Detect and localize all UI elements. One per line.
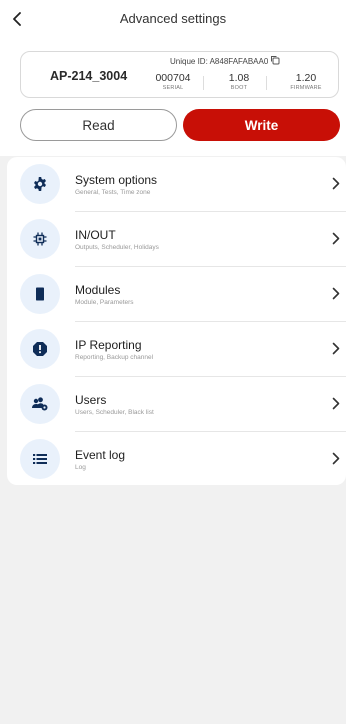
menu-item-in-out[interactable]: IN/OUT Outputs, Scheduler, Holidays <box>7 212 346 267</box>
list-icon <box>33 454 47 464</box>
write-button[interactable]: Write <box>183 109 340 141</box>
menu-icon-circle <box>20 164 60 204</box>
menu-item-subtitle: Reporting, Backup channel <box>75 354 154 361</box>
menu-item-subtitle: Outputs, Scheduler, Holidays <box>75 244 159 251</box>
unique-id: Unique ID: A848FAFABAA0 <box>170 55 280 66</box>
chevron-right-icon <box>332 177 340 190</box>
read-button[interactable]: Read <box>20 109 177 141</box>
chip-icon <box>33 232 47 246</box>
menu-item-title: IN/OUT <box>75 228 116 242</box>
gear-icon <box>34 177 46 191</box>
header: Advanced settings <box>0 0 346 38</box>
unique-id-text: Unique ID: A848FAFABAA0 <box>170 57 269 66</box>
menu-item-subtitle: Log <box>75 464 86 471</box>
menu-item-title: IP Reporting <box>75 338 142 352</box>
boot-value: 1.08 <box>228 72 250 84</box>
firmware-label: FIRMWARE <box>290 85 322 91</box>
menu-item-title: System options <box>75 173 158 187</box>
menu-icon-circle <box>20 329 60 369</box>
divider <box>203 76 204 90</box>
menu-icon-circle <box>20 219 60 259</box>
boot-label: BOOT <box>230 85 248 91</box>
settings-menu: System options General, Tests, Time zone… <box>7 157 346 485</box>
divider <box>266 76 267 90</box>
chevron-right-icon <box>332 342 340 355</box>
alert-icon <box>33 342 47 356</box>
firmware-stat: 1.20 FIRMWARE <box>276 72 336 91</box>
firmware-value: 1.20 <box>295 72 317 84</box>
module-icon <box>36 287 44 301</box>
menu-item-modules[interactable]: Modules Module, Parameters <box>7 267 346 322</box>
page-title: Advanced settings <box>119 11 227 26</box>
menu-item-title: Event log <box>75 448 126 462</box>
users-icon <box>32 397 48 411</box>
menu-item-subtitle: Users, Scheduler, Black list <box>75 409 154 416</box>
chevron-right-icon <box>332 232 340 245</box>
chevron-right-icon <box>332 452 340 465</box>
chevron-right-icon <box>332 397 340 410</box>
serial-stat: 000704 SERIAL <box>141 72 205 91</box>
menu-icon-circle <box>20 384 60 424</box>
menu-item-users[interactable]: Users Users, Scheduler, Black list <box>7 377 346 432</box>
menu-icon-circle <box>20 439 60 479</box>
menu-item-event-log[interactable]: Event log Log <box>7 432 346 487</box>
device-info-card: AP-214_3004 Unique ID: A848FAFABAA0 0007… <box>20 51 339 98</box>
serial-value: 000704 <box>155 72 191 84</box>
device-name: AP-214_3004 <box>50 69 128 83</box>
menu-item-system-options[interactable]: System options General, Tests, Time zone <box>7 157 346 212</box>
chevron-right-icon <box>332 287 340 300</box>
copy-icon[interactable] <box>270 55 280 65</box>
menu-item-ip-reporting[interactable]: IP Reporting Reporting, Backup channel <box>7 322 346 377</box>
boot-stat: 1.08 BOOT <box>214 72 264 91</box>
top-panel: Advanced settings AP-214_3004 Unique ID:… <box>0 0 346 156</box>
menu-icon-circle <box>20 274 60 314</box>
menu-item-title: Users <box>75 393 107 407</box>
menu-item-subtitle: Module, Parameters <box>75 299 134 306</box>
menu-item-title: Modules <box>75 283 121 297</box>
menu-item-subtitle: General, Tests, Time zone <box>75 189 151 196</box>
serial-label: SERIAL <box>162 85 184 91</box>
